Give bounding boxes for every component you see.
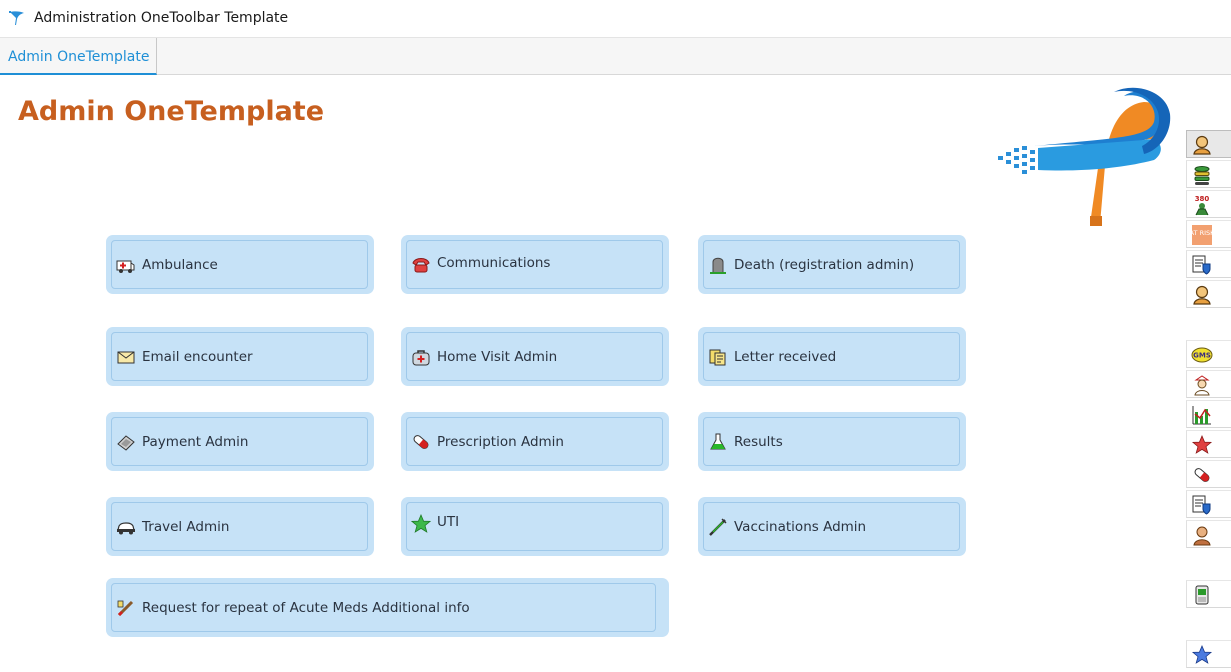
stack-icon — [1194, 166, 1210, 185]
tab-admin-onetemplate[interactable]: Admin OneTemplate — [0, 38, 157, 75]
page-title: Admin OneTemplate — [18, 96, 325, 127]
app-window: Administration OneToolbar Template Admin… — [0, 0, 1231, 672]
document-shield-icon — [1192, 255, 1211, 275]
toolbar-nurse-button[interactable] — [1186, 370, 1231, 398]
toolbar-document-shield-button-2[interactable] — [1186, 490, 1231, 518]
button-label: Email encounter — [142, 348, 253, 365]
ribbon-logo-icon — [998, 87, 1171, 226]
toolbar-at-risk-button[interactable]: AT RISK — [1186, 220, 1231, 248]
vaccinations-admin-button[interactable]: Vaccinations Admin — [698, 497, 966, 556]
request-repeat-acute-meds-button[interactable]: Request for repeat of Acute Meds Additio… — [106, 578, 669, 637]
button-label: Results — [734, 433, 783, 450]
button-label: Vaccinations Admin — [734, 518, 867, 535]
toolbar-380-text: 380 — [1195, 195, 1210, 203]
communications-button[interactable]: Communications — [401, 235, 669, 294]
button-face: Letter received — [703, 332, 960, 381]
button-face: Request for repeat of Acute Meds Additio… — [111, 583, 656, 632]
results-button[interactable]: Results — [698, 412, 966, 471]
ambulance-icon — [116, 260, 135, 273]
title-bar: Administration OneToolbar Template — [0, 0, 1231, 38]
payment-icon — [117, 434, 135, 451]
gms-text: GMS — [1193, 352, 1211, 360]
button-face: Death (registration admin) — [703, 240, 960, 289]
user-icon — [1193, 285, 1211, 305]
car-icon — [117, 521, 135, 534]
button-face: Prescription Admin — [406, 417, 663, 466]
button-label: Travel Admin — [142, 518, 230, 535]
nurse-icon — [1194, 375, 1210, 396]
phone-device-icon — [1195, 585, 1209, 605]
button-face: Home Visit Admin — [406, 332, 663, 381]
at-risk-icon: AT RISK — [1191, 225, 1213, 245]
pill-icon — [413, 434, 429, 449]
bar-chart-icon — [1192, 406, 1211, 425]
pill-icon — [1194, 468, 1210, 482]
death-registration-admin-button[interactable]: Death (registration admin) — [698, 235, 966, 294]
button-label: Request for repeat of Acute Meds Additio… — [142, 599, 470, 616]
gms-badge-icon: GMS — [1191, 347, 1213, 363]
toolbar-blue-star-button[interactable] — [1186, 640, 1231, 668]
toolbar-gms-button[interactable]: GMS — [1186, 340, 1231, 368]
toolbar-pill-button[interactable] — [1186, 460, 1231, 488]
star-icon — [411, 514, 431, 533]
payment-admin-button[interactable]: Payment Admin — [106, 412, 374, 471]
button-label: Communications — [437, 255, 551, 271]
document-shield-icon — [1192, 495, 1211, 515]
prescription-admin-button[interactable]: Prescription Admin — [401, 412, 669, 471]
thermometer-person-icon: 380 — [1195, 195, 1210, 216]
pen-icon — [117, 600, 134, 616]
letter-icon — [709, 349, 726, 365]
toolbar-phone-device-button[interactable] — [1186, 580, 1231, 608]
medical-bag-icon — [412, 349, 430, 365]
button-face: Vaccinations Admin — [703, 502, 960, 551]
toolbar-person-button[interactable] — [1186, 520, 1231, 548]
toolbar-document-shield-button-1[interactable] — [1186, 250, 1231, 278]
home-visit-admin-button[interactable]: Home Visit Admin — [401, 327, 669, 386]
red-star-icon — [1191, 434, 1213, 454]
button-label: Payment Admin — [142, 433, 249, 450]
window-title: Administration OneToolbar Template — [34, 10, 289, 26]
at-risk-text: AT RISK — [1191, 229, 1213, 237]
button-label: Home Visit Admin — [437, 348, 558, 365]
user-icon — [1193, 135, 1211, 155]
toolbar-380-button[interactable]: 380 — [1186, 190, 1231, 218]
ambulance-button[interactable]: Ambulance — [106, 235, 374, 294]
flask-icon — [710, 433, 726, 449]
letter-received-button[interactable]: Letter received — [698, 327, 966, 386]
button-label: Ambulance — [142, 256, 218, 273]
app-logo-icon — [9, 11, 24, 25]
button-label: Death (registration admin) — [734, 256, 915, 273]
button-face: Communications — [406, 240, 663, 289]
button-face: Results — [703, 417, 960, 466]
telephone-icon — [412, 258, 430, 273]
gravestone-icon — [710, 257, 726, 274]
button-face: Payment Admin — [111, 417, 368, 466]
travel-admin-button[interactable]: Travel Admin — [106, 497, 374, 556]
button-label: Letter received — [734, 348, 837, 365]
email-encounter-button[interactable]: Email encounter — [106, 327, 374, 386]
person-icon — [1193, 526, 1211, 546]
button-face: Travel Admin — [111, 502, 368, 551]
toolbar-user-button-1[interactable] — [1186, 130, 1231, 158]
syringe-icon — [709, 517, 727, 536]
toolbar-chart-button[interactable] — [1186, 400, 1231, 428]
blue-star-icon — [1191, 644, 1213, 664]
toolbar-user-button-2[interactable] — [1186, 280, 1231, 308]
tab-strip: Admin OneTemplate — [0, 38, 1231, 75]
toolbar-red-star-button[interactable] — [1186, 430, 1231, 458]
button-face: Ambulance — [111, 240, 368, 289]
button-label: UTI — [437, 514, 460, 530]
button-label: Prescription Admin — [437, 433, 564, 450]
uti-button[interactable]: UTI — [401, 497, 669, 556]
button-face: Email encounter — [111, 332, 368, 381]
button-face: UTI — [406, 502, 663, 551]
envelope-icon — [117, 351, 135, 363]
toolbar-stack-button[interactable] — [1186, 160, 1231, 188]
